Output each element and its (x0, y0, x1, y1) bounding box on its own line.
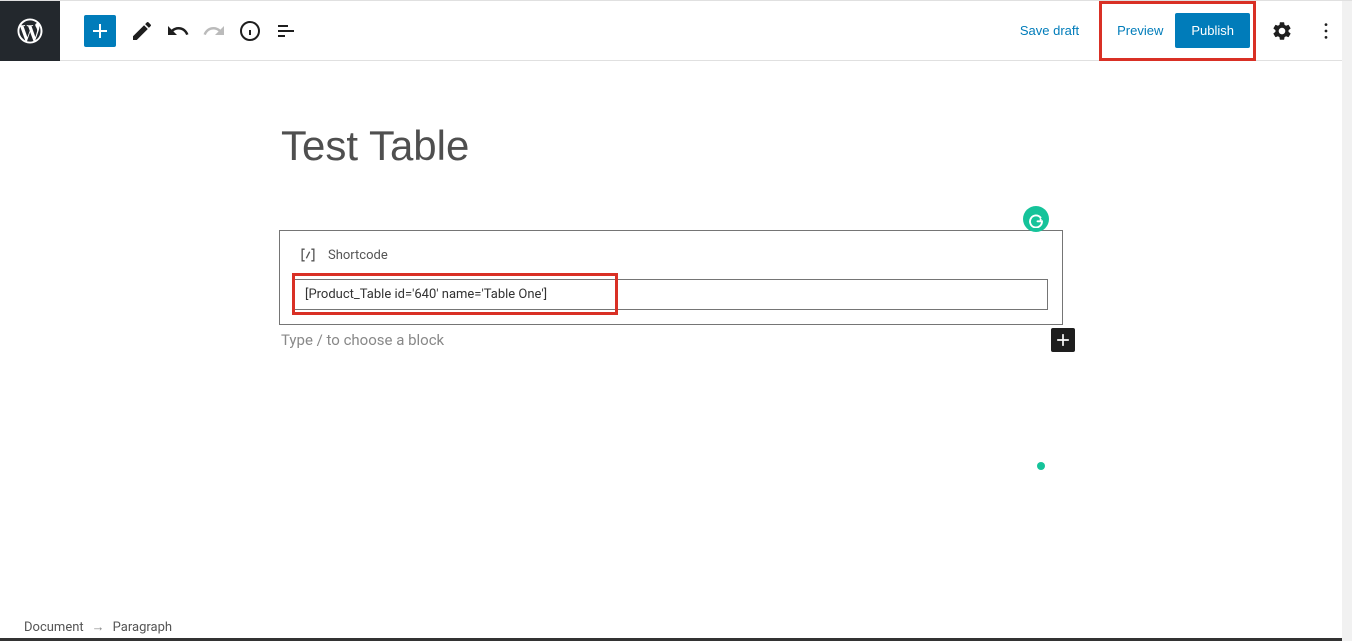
shortcode-icon (298, 245, 318, 265)
grammarly-indicator (1037, 462, 1045, 470)
undo-button[interactable] (160, 13, 196, 49)
shortcode-input[interactable] (294, 279, 1048, 310)
plus-icon (88, 19, 112, 43)
save-draft-button[interactable]: Save draft (1008, 15, 1091, 46)
publish-button[interactable]: Publish (1175, 13, 1250, 48)
redo-icon (202, 19, 226, 43)
grammarly-badge[interactable] (1023, 206, 1049, 232)
add-block-button[interactable] (84, 15, 116, 47)
undo-icon (166, 19, 190, 43)
preview-button[interactable]: Preview (1105, 15, 1175, 46)
breadcrumb-current[interactable]: Paragraph (113, 620, 172, 635)
toolbar-right: Save draft Preview Publish (1008, 1, 1344, 61)
info-button[interactable] (232, 13, 268, 49)
settings-button[interactable] (1264, 13, 1300, 49)
edit-mode-button[interactable] (124, 13, 160, 49)
editor-toolbar: Save draft Preview Publish (0, 0, 1352, 61)
toolbar-tools (84, 13, 304, 49)
wordpress-icon (15, 16, 45, 46)
editor-content: Test Table Shortcode Type / to choose a … (279, 62, 1063, 351)
publish-highlight-annotation: Preview Publish (1099, 1, 1256, 61)
shortcode-block-header: Shortcode (294, 245, 1048, 265)
editor-canvas: Test Table Shortcode Type / to choose a … (0, 62, 1342, 614)
breadcrumb-root[interactable]: Document (24, 620, 84, 635)
block-appender[interactable]: Type / to choose a block (279, 329, 1063, 351)
appender-placeholder: Type / to choose a block (279, 329, 446, 351)
more-vertical-icon (1315, 20, 1337, 42)
list-icon (274, 19, 298, 43)
plus-icon (1053, 330, 1073, 350)
wordpress-logo[interactable] (0, 1, 60, 61)
toolbar-left (0, 1, 304, 60)
outline-button[interactable] (268, 13, 304, 49)
info-icon (238, 19, 262, 43)
breadcrumb: Document → Paragraph (0, 614, 1352, 640)
more-options-button[interactable] (1308, 13, 1344, 49)
pencil-icon (130, 19, 154, 43)
grammarly-icon (1027, 210, 1045, 228)
chevron-right-icon: → (92, 619, 105, 635)
post-title[interactable]: Test Table (279, 122, 1063, 170)
add-block-inline-button[interactable] (1051, 328, 1075, 352)
scrollbar[interactable] (1342, 1, 1352, 641)
shortcode-label: Shortcode (328, 248, 388, 263)
shortcode-block[interactable]: Shortcode (279, 230, 1063, 325)
gear-icon (1271, 20, 1293, 42)
redo-button[interactable] (196, 13, 232, 49)
